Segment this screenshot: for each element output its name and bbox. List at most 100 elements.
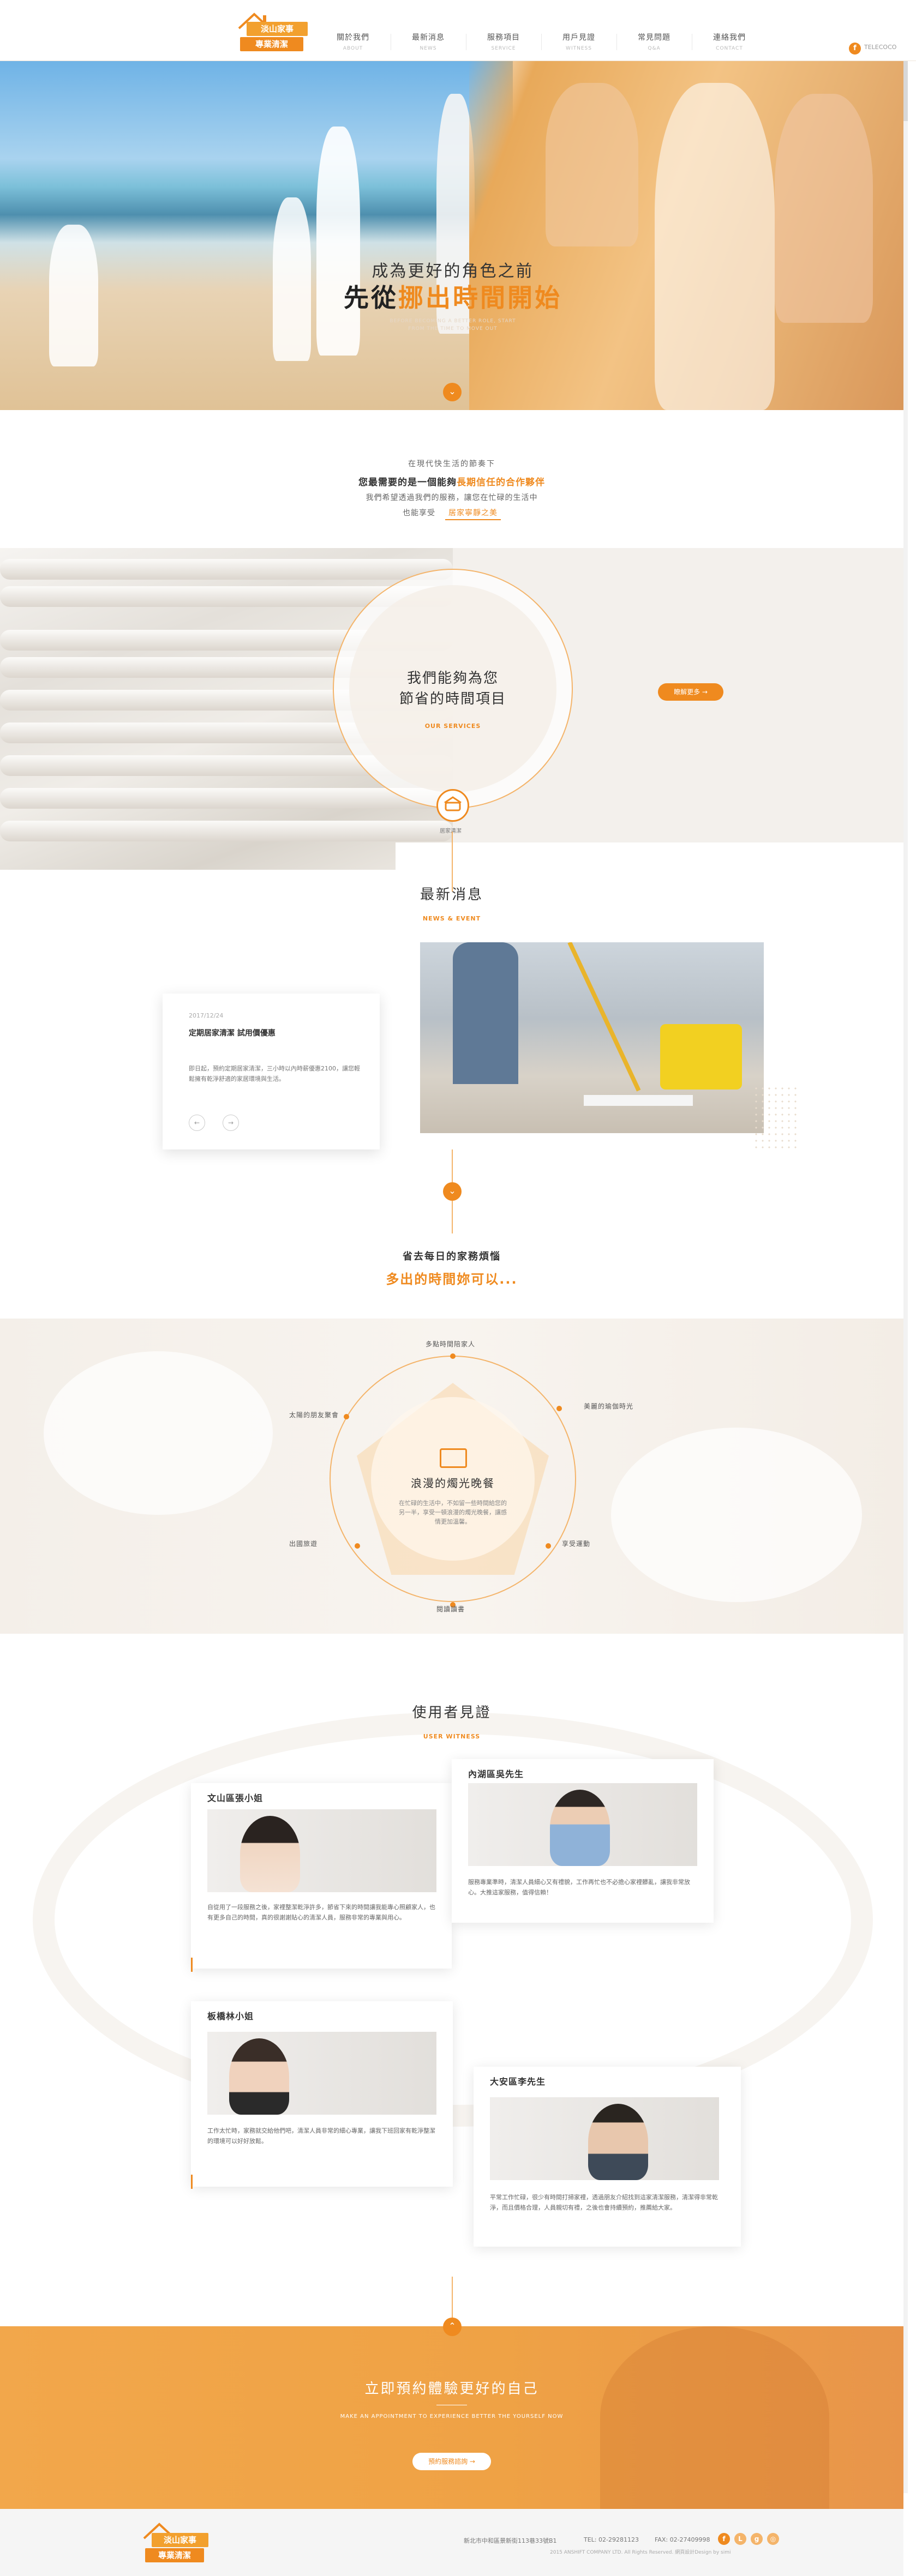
header-phone: TELECOCO <box>864 44 897 51</box>
scroll-down-icon[interactable]: ⌄ <box>443 1182 462 1201</box>
scroll-up-icon[interactable]: ⌃ <box>443 2318 462 2336</box>
book-service-button[interactable]: 預約服務諮詢 → <box>412 2453 491 2470</box>
benefit-dot[interactable] <box>546 1543 551 1549</box>
benefit-dot[interactable] <box>355 1543 360 1549</box>
testimonial-card: 內湖區吳先生 服務專業準時，清潔人員細心又有禮貌，工作再忙也不必擔心家裡髒亂，讓… <box>452 1759 714 1923</box>
benefits-text: 在忙碌的生活中，不如留一些時間給您的另一半，享受一頓浪漫的燭光晚餐，讓感情更加溫… <box>399 1500 507 1525</box>
site-logo[interactable]: 淡山家事 專業清潔 <box>235 10 311 51</box>
nav-label: 常見問題 <box>638 33 670 42</box>
benefit-dot[interactable] <box>450 1353 456 1359</box>
benefit-dot[interactable] <box>344 1414 349 1419</box>
accent-bar <box>191 2175 193 2189</box>
hero-beach-image <box>0 61 513 410</box>
services-section: 我們能夠為您 節省的時間項目 OUR SERVICES 居家清潔 瞭解更多 → <box>0 548 903 870</box>
scroll-down-icon[interactable]: ⌄ <box>443 383 462 401</box>
mop-handle <box>567 942 641 1092</box>
testimonial-name: 文山區張小姐 <box>207 1793 264 1803</box>
benefit-friends[interactable]: 太陽的朋友聚會 <box>289 1410 339 1419</box>
nav-sublabel: WITNESS <box>566 46 592 51</box>
hero-banner: 成為更好的角色之前 先從挪出時間開始 BEFORE BECOMING A BET… <box>0 61 903 410</box>
dot-pattern <box>753 1085 797 1151</box>
hero-figure-woman <box>316 127 360 356</box>
benefit-travel[interactable]: 出國旅遊 <box>289 1539 318 1548</box>
footer-fax: FAX: 02-27409998 <box>655 2536 710 2543</box>
news-date: 2017/12/24 <box>189 1012 224 1019</box>
testimonials-tag: USER WITNESS <box>423 1733 481 1740</box>
intro-line2-prefix: 您最需要的是一個能夠 <box>358 477 457 488</box>
towel-shape <box>0 559 453 580</box>
hero-family-woman <box>546 83 638 246</box>
intro-section: 在現代快生活的節奏下 您最需要的是一個能夠長期信任的合作夥伴 我們希望透過我們的… <box>0 447 903 529</box>
testimonial-card: 大安區李先生 平常工作忙碌，很少有時間打掃家裡，透過朋友介紹找到這家清潔服務，清… <box>474 2067 741 2247</box>
google-plus-icon[interactable]: g <box>751 2533 763 2545</box>
intro-line2: 您最需要的是一個能夠長期信任的合作夥伴 <box>0 474 903 488</box>
line-icon[interactable]: L <box>734 2533 746 2545</box>
news-card[interactable]: 2017/12/24 定期居家清潔 試用價優惠 即日起，預約定期居家清潔，三小時… <box>163 994 380 1149</box>
nav-item-witness[interactable]: 用戶見證 WITNESS <box>541 32 616 57</box>
hero-title-prefix: 先從 <box>344 283 398 312</box>
cta-section: 立即預約體驗更好的自己 MAKE AN APPOINTMENT TO EXPER… <box>0 2326 903 2509</box>
nav-sublabel: NEWS <box>420 46 437 51</box>
benefit-sports[interactable]: 享受運動 <box>562 1539 590 1548</box>
cta-title: 立即預約體驗更好的自己 <box>364 2381 539 2397</box>
hero-title-line2: 先從挪出時間開始 <box>322 278 584 314</box>
intro-line1: 在現代快生活的節奏下 <box>408 460 495 468</box>
avatar <box>229 2038 289 2115</box>
mid-heading-line2: 多出的時間妳可以... <box>386 1272 518 1287</box>
hero-subtitle: BEFORE BECOMING A BETTER ROLE, START FRO… <box>390 318 516 332</box>
services-tag: OUR SERVICES <box>424 723 481 730</box>
towel-shape <box>0 821 453 841</box>
testimonial-text: 工作太忙時，家務就交給他們吧，清潔人員非常的細心專業，讓我下班回家有乾淨整潔的環… <box>207 2127 435 2145</box>
intro-line4: 也能享受 居家寧靜之美 <box>0 507 903 520</box>
nav-item-about[interactable]: 關於我們 ABOUT <box>315 32 391 57</box>
instagram-icon[interactable]: ◎ <box>767 2533 779 2545</box>
testimonials-title: 使用者見證 <box>412 1705 492 1721</box>
house-cleaning-icon[interactable] <box>436 789 469 822</box>
cta-subtitle: MAKE AN APPOINTMENT TO EXPERIENCE BETTER… <box>340 2414 564 2419</box>
prev-arrow-icon[interactable]: ← <box>189 1115 205 1131</box>
benefit-reading[interactable]: 閱讀讀書 <box>436 1604 465 1614</box>
scrollbar-thumb[interactable] <box>903 61 908 121</box>
footer-logo[interactable]: 淡山家事 專業清潔 <box>140 2520 216 2563</box>
next-arrow-icon[interactable]: → <box>223 1115 239 1131</box>
testimonial-name: 內湖區吳先生 <box>468 1769 524 1779</box>
facebook-icon[interactable]: f <box>718 2533 730 2545</box>
hero-family-man <box>655 83 775 410</box>
testimonial-card: 文山區張小姐 自從用了一段服務之後，家裡整潔乾淨許多，節省下來的時間讓我能專心照… <box>191 1783 452 1972</box>
nav-item-qa[interactable]: 常見問題 Q&A <box>616 32 692 57</box>
news-body: 即日起，預約定期居家清潔，三小時以內時薪優惠2100，讓您輕鬆擁有乾淨舒適的家居… <box>189 1065 360 1082</box>
nav-sublabel: Q&A <box>648 46 661 51</box>
facebook-icon[interactable]: f <box>849 43 861 55</box>
news-title: 最新消息 <box>420 887 483 903</box>
scrollbar-track[interactable] <box>903 61 908 2493</box>
benefit-dot[interactable] <box>556 1406 562 1411</box>
services-more-button[interactable]: 瞭解更多 → <box>658 683 723 701</box>
intro-line3: 我們希望透過我們的服務，讓您在忙碌的生活中 <box>366 493 538 502</box>
intro-line2-highlight: 長期信任的合作夥伴 <box>457 477 545 488</box>
avatar <box>588 2104 648 2180</box>
news-tag: NEWS & EVENT <box>422 915 481 922</box>
hero-family-image <box>469 61 903 410</box>
services-title-line2: 節省的時間項目 <box>399 691 506 707</box>
news-headline[interactable]: 定期居家清潔 試用價優惠 <box>189 1027 276 1038</box>
nav-item-contact[interactable]: 連絡我們 CONTACT <box>692 32 767 57</box>
hero-family-child <box>775 94 873 323</box>
intro-link[interactable]: 居家寧靜之美 <box>445 509 501 520</box>
divider-line <box>452 1201 453 1233</box>
services-white-band <box>396 842 903 870</box>
news-mop-image <box>420 942 764 1133</box>
background-blur <box>611 1428 862 1602</box>
mop-head <box>584 1095 693 1106</box>
testimonial-name: 板橋林小姐 <box>207 2011 254 2021</box>
nav-label: 關於我們 <box>337 33 369 42</box>
benefit-yoga[interactable]: 美麗的瑜伽時光 <box>584 1401 633 1411</box>
footer-copyright: 2015 ANSHIFT COMPANY LTD. All Rights Res… <box>550 2550 731 2555</box>
benefit-family[interactable]: 多點時間陪家人 <box>426 1339 475 1349</box>
nav-item-service[interactable]: 服務項目 SERVICE <box>466 32 541 57</box>
nav-sublabel: CONTACT <box>716 46 743 51</box>
hero-figure-boy <box>273 197 311 361</box>
nav-item-news[interactable]: 最新消息 NEWS <box>391 32 466 57</box>
testimonial-photo <box>207 2032 436 2115</box>
testimonial-text: 自從用了一段服務之後，家裡整潔乾淨許多，節省下來的時間讓我能專心照顧家人，也有更… <box>207 1904 435 1921</box>
footer-address: 新北市中和區景新街113巷33號B1 <box>464 2537 557 2544</box>
